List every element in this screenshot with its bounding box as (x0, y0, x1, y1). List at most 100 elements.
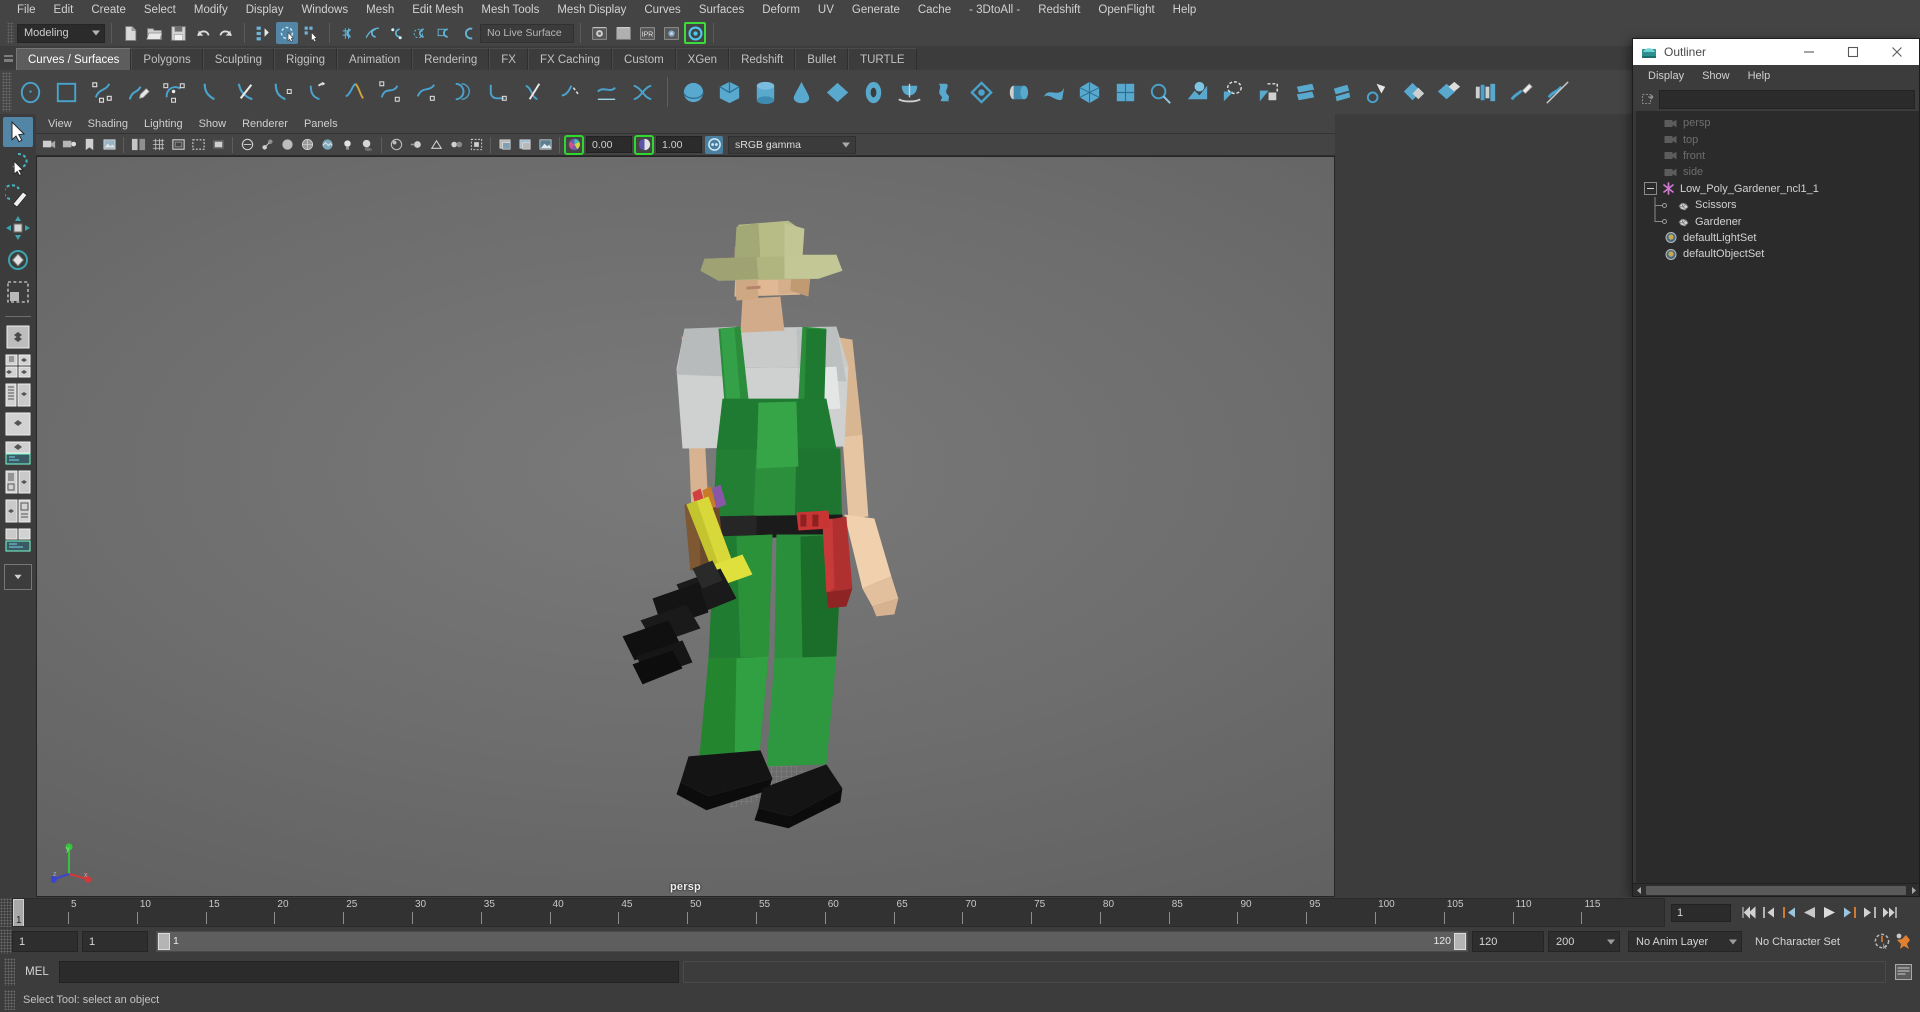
menu-deform[interactable]: Deform (753, 1, 809, 19)
attach-curves-icon[interactable] (301, 75, 335, 109)
revolve-icon[interactable] (892, 75, 926, 109)
outliner-item-top[interactable]: top (1636, 131, 1919, 147)
outliner-menu-display[interactable]: Display (1639, 68, 1693, 84)
outliner-item-low-poly-gardener-ncl1-1[interactable]: Low_Poly_Gardener_ncl1_1 (1636, 181, 1919, 197)
nurbs-cylinder-icon[interactable] (748, 75, 782, 109)
shelf-tab-turtle[interactable]: TURTLE (848, 48, 917, 70)
viewport-menu-renderer[interactable]: Renderer (234, 116, 296, 132)
outliner-search-input[interactable] (1659, 89, 1915, 109)
live-surface-field[interactable]: No Live Surface (480, 23, 574, 43)
menu-cache[interactable]: Cache (909, 1, 960, 19)
shelf-row-grip[interactable] (2, 72, 12, 112)
color-management-selector[interactable]: sRGB gamma (728, 135, 856, 154)
shelf-tab-fx-caching[interactable]: FX Caching (527, 48, 613, 70)
hypershade-icon[interactable] (660, 22, 682, 44)
curve-fillet-icon[interactable] (481, 75, 515, 109)
anim-layer-selector[interactable]: No Anim Layer (1628, 931, 1742, 952)
current-frame-field[interactable]: 1 (1671, 903, 1731, 922)
pencil-curve-tool-icon[interactable] (121, 75, 155, 109)
freeform-fillet-icon[interactable] (1252, 75, 1286, 109)
fillet-blend-icon[interactable] (1288, 75, 1322, 109)
exposure-icon[interactable] (564, 134, 584, 155)
outliner-menu-show[interactable]: Show (1693, 68, 1739, 84)
gate-mask-icon[interactable] (209, 136, 227, 154)
lights-toggle-icon[interactable] (338, 136, 356, 154)
persp-uv-editor-layout[interactable] (3, 469, 33, 495)
open-close-curve-icon[interactable] (373, 75, 407, 109)
single-perspective-view-layout[interactable] (3, 324, 33, 350)
outliner-item-scissors[interactable]: Scissors (1636, 196, 1919, 214)
make-live-icon[interactable] (457, 22, 479, 44)
viewport-menu-panels[interactable]: Panels (296, 116, 346, 132)
color-management-icon[interactable] (705, 135, 723, 154)
sculpt-geometry-tool-icon[interactable] (1504, 75, 1538, 109)
birail-icon[interactable] (1036, 75, 1070, 109)
perspective-viewport[interactable]: persp y x z (36, 156, 1335, 897)
move-tool-button[interactable] (3, 213, 33, 243)
snap-to-grid-icon[interactable] (337, 22, 359, 44)
scale-tool-button[interactable] (3, 277, 33, 307)
toolbox-collapse-button[interactable] (4, 564, 32, 590)
persp-outliner-layout[interactable] (3, 382, 33, 408)
outliner-item-front[interactable]: front (1636, 148, 1919, 164)
menu-file[interactable]: File (8, 1, 45, 19)
grid-toggle-icon[interactable] (149, 136, 167, 154)
select-by-object-type-icon[interactable] (276, 22, 298, 44)
rotate-tool-button[interactable] (3, 245, 33, 275)
command-input-field[interactable] (59, 960, 679, 983)
save-scene-icon[interactable] (167, 22, 189, 44)
textured-mode-icon[interactable] (318, 136, 336, 154)
menu-windows[interactable]: Windows (292, 1, 357, 19)
menu-modify[interactable]: Modify (185, 1, 237, 19)
menu-create[interactable]: Create (82, 1, 135, 19)
snapshot-icon[interactable] (496, 136, 514, 154)
screen-space-ao-icon[interactable] (387, 136, 405, 154)
four-view-layout[interactable] (3, 353, 33, 379)
nurbs-cube-icon[interactable] (712, 75, 746, 109)
untrim-surfaces-icon[interactable] (1360, 75, 1394, 109)
menu-select[interactable]: Select (135, 1, 185, 19)
trim-tool-icon[interactable] (1324, 75, 1358, 109)
low-poly-gardener-model[interactable] (37, 157, 1334, 896)
render-settings-icon[interactable]: IPR (636, 22, 658, 44)
outliner-horizontal-scrollbar[interactable] (1633, 883, 1919, 896)
resolution-gate-icon[interactable] (189, 136, 207, 154)
multisample-aa-icon[interactable] (427, 136, 445, 154)
select-camera-icon[interactable] (40, 136, 58, 154)
surface-editing-tool-icon[interactable] (1540, 75, 1574, 109)
shelf-tab-bullet[interactable]: Bullet (795, 48, 849, 70)
viewport-menu-show[interactable]: Show (191, 116, 235, 132)
shadows-toggle-icon[interactable] (358, 136, 376, 154)
nurbs-sphere-icon[interactable] (676, 75, 710, 109)
xray-toggle-icon[interactable] (238, 136, 256, 154)
image-plane-icon[interactable] (100, 136, 118, 154)
new-scene-icon[interactable] (119, 22, 141, 44)
step-forward-keyframe-icon[interactable] (1859, 903, 1879, 923)
command-line-grip[interactable] (4, 957, 15, 986)
redo-icon[interactable] (215, 22, 237, 44)
render-view-icon[interactable] (684, 22, 706, 44)
menu-surfaces[interactable]: Surfaces (690, 1, 753, 19)
isolate-select-icon[interactable] (467, 136, 485, 154)
ipr-render-icon[interactable] (612, 22, 634, 44)
menu-edit-mesh[interactable]: Edit Mesh (403, 1, 472, 19)
project-curve-icon[interactable] (589, 75, 623, 109)
menu-openflight[interactable]: OpenFlight (1089, 1, 1163, 19)
outliner-tree[interactable]: persp top front side Low_Poly_Gardener_ncl1_… (1633, 111, 1919, 883)
boundary-icon[interactable] (1072, 75, 1106, 109)
script-editor-icon[interactable] (1890, 960, 1916, 984)
time-slider-grip[interactable] (0, 898, 12, 927)
wireframe-on-shaded-icon[interactable] (298, 136, 316, 154)
rebuild-curve-icon[interactable] (409, 75, 443, 109)
play-backwards-icon[interactable] (1799, 903, 1819, 923)
range-slider-grip[interactable] (0, 929, 12, 954)
attach-surfaces-icon[interactable] (1432, 75, 1466, 109)
loft-icon[interactable] (928, 75, 962, 109)
outliner-item-gardener[interactable]: Gardener (1636, 213, 1919, 229)
menu-generate[interactable]: Generate (843, 1, 909, 19)
shelf-tab-xgen[interactable]: XGen (675, 48, 730, 70)
menu-curves[interactable]: Curves (635, 1, 689, 19)
viewport-menu-view[interactable]: View (40, 116, 80, 132)
bevel-icon[interactable] (1144, 75, 1178, 109)
viewport-menu-shading[interactable]: Shading (80, 116, 136, 132)
